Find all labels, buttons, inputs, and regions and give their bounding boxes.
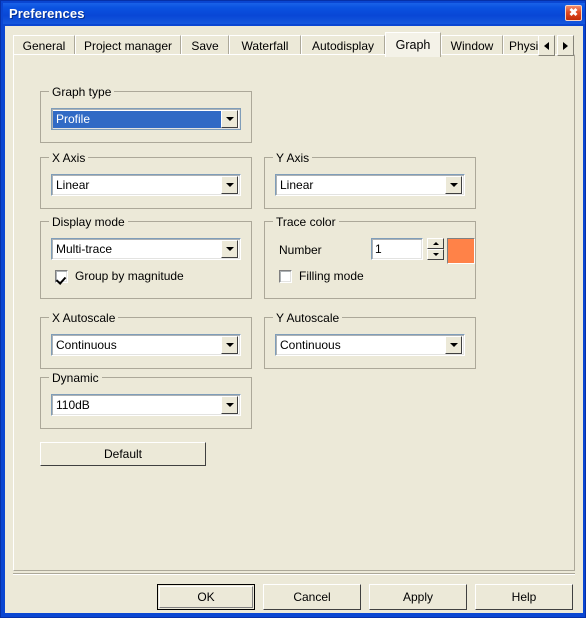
tab-save[interactable]: Save: [181, 35, 229, 56]
chevron-down-icon: [225, 403, 234, 407]
tab-strip: General Project manager Save Waterfall A…: [13, 32, 575, 57]
tab-page-graph: Graph type Profile X Axis Linear Y Axis …: [13, 54, 575, 571]
group-dynamic-label: Dynamic: [49, 371, 102, 385]
tab-autodisplay[interactable]: Autodisplay: [301, 35, 385, 56]
footer-divider: [13, 573, 575, 575]
filling-mode-checkbox[interactable]: Filling mode: [279, 269, 364, 283]
y-autoscale-combobox[interactable]: Continuous: [275, 334, 465, 356]
x-autoscale-combobox[interactable]: Continuous: [51, 334, 241, 356]
cancel-button[interactable]: Cancel: [263, 584, 361, 610]
y-axis-combobox[interactable]: Linear: [275, 174, 465, 196]
tab-window[interactable]: Window: [441, 35, 503, 56]
display-mode-combobox[interactable]: Multi-trace: [51, 238, 241, 260]
title-bar[interactable]: Preferences ✖: [3, 3, 585, 24]
ok-button-label: OK: [197, 590, 215, 604]
trace-color-swatch-fill: [448, 239, 474, 263]
group-trace-color: Trace color Number 1 Filling mode: [264, 215, 476, 299]
trace-number-value: 1: [375, 242, 382, 256]
tab-scroll-right-button[interactable]: [557, 35, 574, 56]
tab-general[interactable]: General: [13, 35, 75, 56]
trace-number-increment-button[interactable]: [427, 238, 444, 249]
default-button[interactable]: Default: [40, 442, 206, 466]
group-y-autoscale: Y Autoscale Continuous: [264, 311, 476, 369]
dynamic-value: 110dB: [56, 398, 90, 412]
chevron-down-icon: [225, 117, 234, 121]
tab-label: General: [22, 39, 66, 53]
tab-label: Graph: [395, 38, 431, 52]
chevron-down-icon: [449, 343, 458, 347]
group-y-autoscale-label: Y Autoscale: [273, 311, 343, 325]
group-graph-type: Graph type Profile: [40, 85, 252, 143]
chevron-down-icon: [225, 343, 234, 347]
group-graph-type-label: Graph type: [49, 85, 115, 99]
help-button[interactable]: Help: [475, 584, 573, 610]
chevron-down-icon: [449, 183, 458, 187]
checkbox-icon: [279, 269, 292, 283]
chevron-down-icon: [225, 183, 234, 187]
cancel-button-label: Cancel: [293, 590, 331, 604]
group-by-magnitude-checkbox[interactable]: Group by magnitude: [55, 269, 184, 283]
down-arrow-icon: [432, 253, 439, 256]
up-arrow-icon: [432, 242, 439, 245]
tab-label: Window: [450, 39, 494, 53]
trace-number-decrement-button[interactable]: [427, 249, 444, 260]
x-autoscale-value: Continuous: [56, 338, 117, 352]
filling-mode-label: Filling mode: [299, 269, 364, 283]
x-axis-value: Linear: [56, 178, 90, 192]
tab-waterfall[interactable]: Waterfall: [229, 35, 301, 56]
graph-type-dropdown-button[interactable]: [221, 110, 238, 128]
group-trace-color-label: Trace color: [273, 215, 339, 229]
group-x-axis: X Axis Linear: [40, 151, 252, 209]
tab-project-manager[interactable]: Project manager: [75, 35, 181, 56]
dynamic-dropdown-button[interactable]: [221, 396, 238, 414]
graph-type-value: Profile: [53, 110, 221, 128]
y-axis-value: Linear: [280, 178, 314, 192]
y-autoscale-value: Continuous: [280, 338, 341, 352]
y-autoscale-dropdown-button[interactable]: [445, 336, 462, 354]
checkmark-icon: [55, 269, 68, 283]
apply-button[interactable]: Apply: [369, 584, 467, 610]
display-mode-dropdown-button[interactable]: [221, 240, 238, 258]
trace-number-label: Number: [279, 243, 322, 257]
chevron-down-icon: [225, 247, 234, 251]
group-y-axis-label: Y Axis: [273, 151, 313, 165]
tab-label: Project manager: [83, 39, 173, 53]
right-arrow-icon: [563, 41, 568, 50]
group-display-mode-label: Display mode: [49, 215, 128, 229]
tab-label: Waterfall: [241, 39, 289, 53]
close-icon[interactable]: ✖: [565, 5, 582, 21]
tab-graph[interactable]: Graph: [385, 32, 441, 57]
trace-color-swatch[interactable]: [447, 238, 475, 264]
tab-scroll-left-button[interactable]: [538, 35, 555, 56]
help-button-label: Help: [511, 590, 537, 604]
left-arrow-icon: [544, 41, 549, 50]
group-x-autoscale-label: X Autoscale: [49, 311, 119, 325]
ok-button[interactable]: OK: [157, 584, 255, 610]
apply-button-label: Apply: [402, 590, 434, 604]
window-title: Preferences: [9, 6, 85, 21]
x-axis-combobox[interactable]: Linear: [51, 174, 241, 196]
x-autoscale-dropdown-button[interactable]: [221, 336, 238, 354]
graph-type-combobox[interactable]: Profile: [51, 108, 241, 130]
trace-number-stepper[interactable]: [427, 238, 444, 260]
group-by-magnitude-label: Group by magnitude: [75, 269, 184, 283]
y-axis-dropdown-button[interactable]: [445, 176, 462, 194]
group-display-mode: Display mode Multi-trace Group by magnit…: [40, 215, 252, 299]
trace-number-input[interactable]: 1: [371, 238, 423, 260]
dynamic-combobox[interactable]: 110dB: [51, 394, 241, 416]
default-button-label: Default: [103, 447, 143, 461]
x-axis-dropdown-button[interactable]: [221, 176, 238, 194]
group-x-axis-label: X Axis: [49, 151, 89, 165]
group-dynamic: Dynamic 110dB: [40, 371, 252, 429]
display-mode-value: Multi-trace: [56, 242, 113, 256]
group-y-axis: Y Axis Linear: [264, 151, 476, 209]
group-x-autoscale: X Autoscale Continuous: [40, 311, 252, 369]
dialog-client-area: General Project manager Save Waterfall A…: [5, 26, 583, 613]
preferences-dialog-window: Preferences ✖ General Project manager Sa…: [0, 0, 586, 618]
tab-label: Save: [191, 39, 219, 53]
tab-label: Autodisplay: [311, 39, 375, 53]
dialog-footer: OK Cancel Apply Help: [5, 573, 583, 613]
